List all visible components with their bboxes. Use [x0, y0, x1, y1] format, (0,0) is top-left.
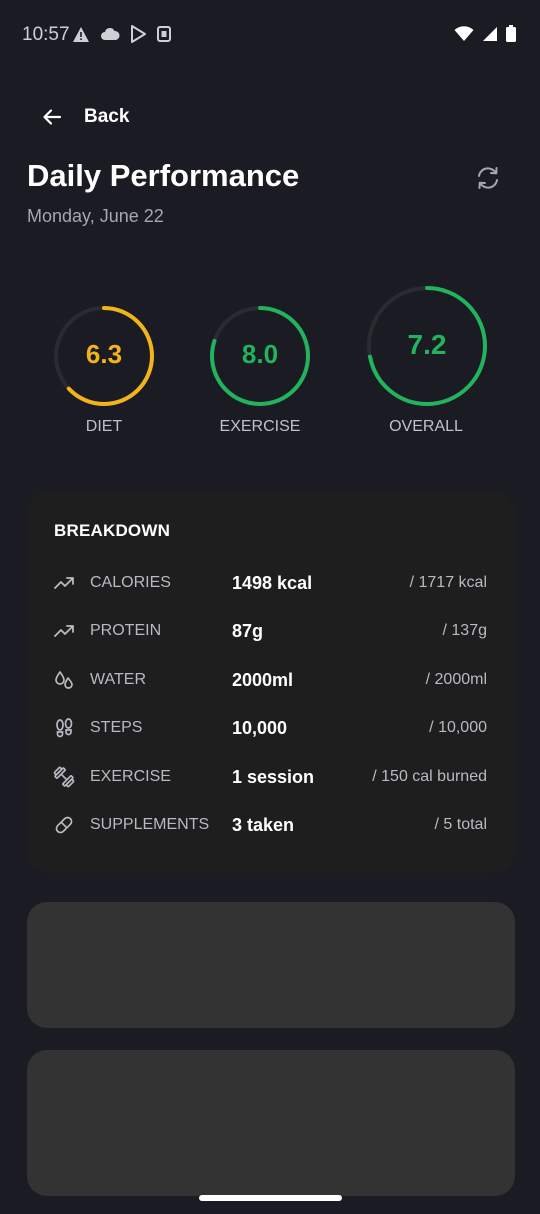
- breakdown-target: / 137g: [442, 622, 487, 639]
- loading-card-placeholder: [27, 902, 515, 1028]
- status-right-icons: [454, 25, 516, 42]
- home-indicator[interactable]: [199, 1195, 342, 1201]
- breakdown-row-steps: STEPS 10,000 / 10,000: [27, 713, 515, 743]
- breakdown-value: 10,000: [232, 718, 288, 738]
- warning-icon: [73, 26, 89, 42]
- breakdown-value: 1 session: [232, 767, 315, 787]
- breakdown-row-protein: PROTEIN 87g / 137g: [27, 616, 515, 646]
- exercise-score-label: EXERCISE: [219, 418, 301, 435]
- page-title: Daily Performance: [27, 158, 300, 193]
- signal-icon: [483, 26, 497, 41]
- cloud-icon: [101, 27, 120, 40]
- diet-score-value: 6.3: [85, 339, 123, 369]
- status-left-icons: [72, 25, 171, 43]
- diet-score-ring: 6.3: [53, 305, 155, 407]
- breakdown-label: EXERCISE: [90, 768, 171, 785]
- breakdown-label: WATER: [90, 671, 146, 688]
- breakdown-row-calories: CALORIES 1498 kcal / 1717 kcal: [27, 568, 515, 598]
- exercise-score-ring: 8.0: [209, 305, 311, 407]
- back-label: Back: [84, 106, 130, 127]
- overall-score-ring: 7.2: [366, 285, 488, 407]
- footprints-icon: [56, 718, 73, 738]
- breakdown-value: 1498 kcal: [232, 573, 313, 593]
- exercise-score-value: 8.0: [241, 339, 279, 369]
- play-store-icon: [131, 25, 146, 43]
- overall-score-value: 7.2: [407, 329, 447, 360]
- breakdown-title: BREAKDOWN: [54, 521, 171, 540]
- breakdown-target: / 5 total: [434, 816, 487, 833]
- breakdown-label: SUPPLEMENTS: [90, 816, 210, 833]
- wifi-icon: [454, 25, 474, 41]
- overall-score-label: OVERALL: [389, 418, 463, 435]
- breakdown-row-supplements: SUPPLEMENTS 3 taken / 5 total: [27, 810, 515, 840]
- trending-up-icon: [54, 625, 74, 637]
- refresh-icon: [478, 167, 498, 189]
- notification-icon: [157, 26, 171, 42]
- breakdown-card: BREAKDOWN CALORIES 1498 kcal / 1717 kcal…: [27, 491, 515, 873]
- diet-score-label: DIET: [85, 418, 123, 435]
- back-button[interactable]: Back: [40, 104, 129, 130]
- breakdown-label: STEPS: [90, 719, 143, 736]
- refresh-button[interactable]: [474, 164, 502, 192]
- breakdown-target: / 1717 kcal: [409, 574, 487, 591]
- breakdown-target: / 10,000: [429, 719, 487, 736]
- status-bar: 10:57: [0, 0, 540, 70]
- battery-icon: [506, 25, 516, 42]
- page-date: Monday, June 22: [27, 206, 164, 226]
- breakdown-value: 87g: [232, 621, 264, 641]
- dumbbell-icon: [53, 766, 75, 788]
- arrow-left-icon: [43, 109, 62, 125]
- breakdown-target: / 150 cal burned: [372, 768, 487, 785]
- loading-card-placeholder: [27, 1050, 515, 1196]
- water-drops-icon: [55, 671, 73, 689]
- daily-performance-screen: 10:57 Back Daily Performance Monday, Jun…: [0, 0, 540, 1214]
- breakdown-row-exercise: EXERCISE 1 session / 150 cal burned: [27, 762, 515, 792]
- pill-icon: [55, 816, 73, 834]
- breakdown-target: / 2000ml: [425, 671, 487, 688]
- breakdown-row-water: WATER 2000ml / 2000ml: [27, 665, 515, 695]
- breakdown-label: PROTEIN: [90, 622, 162, 639]
- breakdown-value: 3 taken: [232, 815, 295, 835]
- status-time: 10:57: [22, 24, 70, 45]
- trending-up-icon: [54, 577, 74, 589]
- breakdown-label: CALORIES: [90, 574, 171, 591]
- breakdown-value: 2000ml: [232, 670, 294, 690]
